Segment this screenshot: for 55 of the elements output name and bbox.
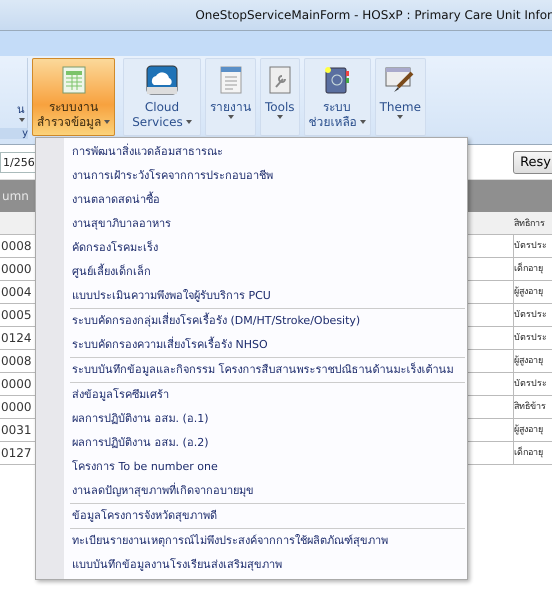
- ribbon-button[interactable]: ระบบงาน สำรวจข้อมูล: [32, 58, 115, 136]
- table-cell: เด็กอายุ: [513, 258, 552, 280]
- menu-item[interactable]: แบบบันทึกข้อมูลงานโรงเรียนส่งเสริมสุขภาพ: [70, 553, 465, 577]
- paint-brush-icon: [384, 65, 416, 95]
- table-cell: 0000: [0, 377, 32, 391]
- table-cell: บัตรประ: [513, 327, 552, 349]
- cloud-icon: [146, 65, 178, 95]
- ribbon-button[interactable]: รายงาน: [205, 58, 256, 136]
- menu-item[interactable]: ศูนย์เลี้ยงเด็กเล็ก: [70, 260, 465, 284]
- document-icon: [218, 65, 242, 95]
- resync-button[interactable]: Resy: [513, 150, 552, 174]
- menu-item[interactable]: ผลการปฏิบัติงาน อสม. (อ.2): [70, 431, 465, 455]
- table-cell: 0127: [0, 446, 32, 460]
- ribbon-button[interactable]: Tools: [260, 58, 300, 136]
- table-cell: เด็กอายุ: [513, 442, 552, 464]
- table-cell: บัตรประ: [513, 235, 552, 257]
- ribbon-button[interactable]: ระบบ ช่วยเหลือ: [304, 58, 371, 136]
- table-cell: 0124: [0, 331, 32, 345]
- menu-item[interactable]: ทะเบียนรายงานเหตุการณ์ไม่พึงประสงค์จากการใช้ผลิตภัณฑ์สุขภาพ: [70, 529, 465, 553]
- table-cell: 0004: [0, 285, 32, 299]
- menu-item[interactable]: โครงการ To be number one: [70, 455, 465, 479]
- group-panel-text: umn: [1, 189, 29, 203]
- spreadsheet-icon: [60, 65, 86, 95]
- table-cell: บัตรประ: [513, 304, 552, 326]
- table-cell: ผู้สูงอายุ: [513, 419, 552, 441]
- table-cell: 0008: [0, 239, 32, 253]
- ribbon-button[interactable]: Cloud Services: [123, 58, 201, 136]
- table-cell: 0031: [0, 423, 32, 437]
- table-cell: บัตรประ: [513, 373, 552, 395]
- menu-item[interactable]: แบบประเมินความพึงพอใจผู้รับบริการ PCU: [70, 284, 465, 308]
- menu-item[interactable]: คัดกรองโรคมะเร็ง: [70, 236, 465, 260]
- menu-item[interactable]: ระบบคัดกรองความเสี่ยงโรคเรื้อรัง NHSO: [70, 333, 465, 357]
- table-cell: สิทธิข้าร: [513, 396, 552, 418]
- menu-item[interactable]: ระบบคัดกรองกลุ่มเสี่ยงโรคเรื้อรัง (DM/HT/Stroke/Obesity): [70, 309, 465, 333]
- table-cell: ผู้สูงอายุ: [513, 350, 552, 372]
- table-cell: ผู้สูงอายุ: [513, 281, 552, 303]
- menu-item[interactable]: งานการเฝ้าระวังโรคจากการประกอบอาชีพ: [70, 164, 465, 188]
- menu-item[interactable]: ส่งข้อมูลโรคซึมเศร้า: [70, 383, 465, 407]
- menu-item[interactable]: ผลการปฏิบัติงาน อสม. (อ.1): [70, 407, 465, 431]
- menu-item[interactable]: งานลดปัญหาสุขภาพที่เกิดจากอบายมุข: [70, 479, 465, 503]
- ribbon-tab[interactable]: y: [0, 128, 28, 139]
- menu-item[interactable]: งานสุขาภิบาลอาหาร: [70, 212, 465, 236]
- menu-item[interactable]: ระบบบันทึกข้อมูลและกิจกรรม โครงการสืบสานพระราชปณิธานด้านมะเร็งเต้านม: [70, 358, 465, 382]
- column-header[interactable]: สิทธิการ: [514, 216, 552, 230]
- menu-item[interactable]: ข้อมูลโครงการจังหวัดสุขภาพดี: [70, 504, 465, 528]
- window-title: OneStopServiceMainForm - HOSxP : Primary Care Unit Infor: [195, 8, 552, 22]
- table-cell: 0005: [0, 308, 32, 322]
- wrench-page-icon: [268, 65, 292, 95]
- ribbon-button[interactable]: Theme: [374, 58, 426, 136]
- table-cell: 0000: [0, 262, 32, 276]
- menu-item[interactable]: งานตลาดสดน่าซื้อ: [70, 188, 465, 212]
- table-cell: 0000: [0, 400, 32, 414]
- date-field[interactable]: 1/256: [0, 152, 36, 172]
- table-cell: 0008: [0, 354, 32, 368]
- menu-item[interactable]: การพัฒนาสิ่งแวดล้อมสาธารณะ: [70, 140, 465, 164]
